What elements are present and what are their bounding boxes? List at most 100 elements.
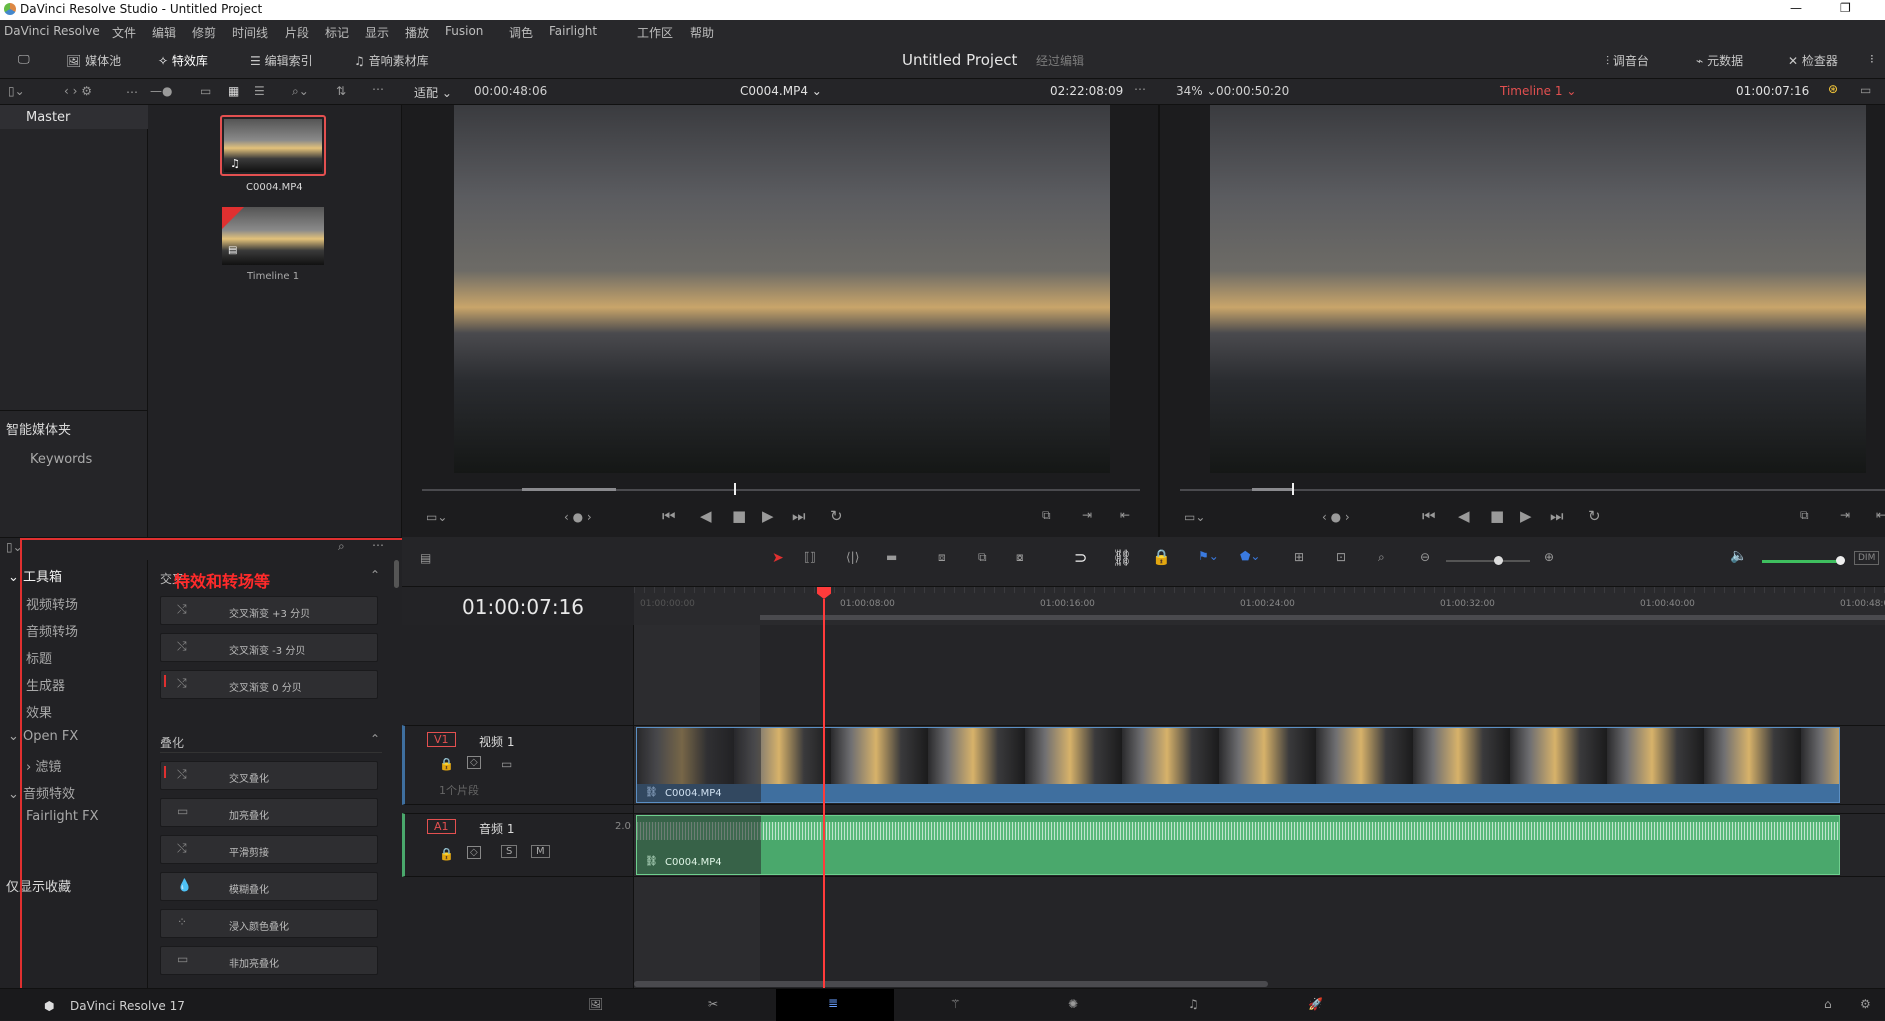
more-icon[interactable]: … xyxy=(126,82,138,96)
color-picker-icon[interactable]: ⊛ xyxy=(1828,82,1838,96)
menu-item-5[interactable]: 片段 xyxy=(285,24,309,41)
overflow-icon[interactable]: ⁝ xyxy=(1870,52,1874,66)
fairlight-page-icon[interactable]: ♫ xyxy=(1188,997,1199,1011)
menu-item-2[interactable]: 编辑 xyxy=(152,24,176,41)
options-icon[interactable]: ⋯ xyxy=(372,82,384,96)
dim-button[interactable]: DIM xyxy=(1854,551,1880,565)
menu-item-7[interactable]: 显示 xyxy=(365,24,389,41)
auto-select-icon[interactable]: ◇ xyxy=(467,756,481,769)
sort-icon[interactable]: ⇅ xyxy=(336,84,346,98)
monitor-icon[interactable]: 🖵 xyxy=(18,52,30,67)
mute-button[interactable]: M xyxy=(531,845,550,858)
audio-track-tag[interactable]: A1 xyxy=(427,819,456,834)
loop-icon[interactable]: ↻ xyxy=(1588,507,1601,525)
linked-selection-icon[interactable]: ⛓ xyxy=(1112,548,1132,567)
nav-arrows-icon[interactable]: ‹ › ⚙ xyxy=(64,84,92,98)
filmstrip-view-icon[interactable]: ▭ xyxy=(200,84,211,98)
video-track-tag[interactable]: V1 xyxy=(427,732,456,747)
mark-out-icon[interactable]: ⇤ xyxy=(1876,508,1885,522)
list-view-icon[interactable]: ☰ xyxy=(254,84,265,98)
volume-slider[interactable] xyxy=(1762,560,1840,563)
mark-in-icon[interactable]: ⇥ xyxy=(1840,508,1850,522)
auto-select-icon[interactable]: ◇ xyxy=(467,846,481,859)
smart-bin-keywords[interactable]: Keywords xyxy=(30,452,92,467)
inspector-button[interactable]: ✕ 检查器 xyxy=(1788,52,1838,69)
deliver-page-icon[interactable]: 🚀 xyxy=(1308,997,1323,1011)
color-page-icon[interactable]: ✺ xyxy=(1068,997,1078,1011)
match-frame-icon[interactable]: ⧉ xyxy=(1042,508,1051,523)
menu-item-10[interactable]: 调色 xyxy=(509,24,533,41)
safe-area-icon[interactable]: ▭⌄ xyxy=(1184,510,1205,524)
source-playhead[interactable] xyxy=(734,483,736,495)
menu-item-8[interactable]: 播放 xyxy=(405,24,429,41)
play-icon[interactable]: ▶ xyxy=(1520,507,1532,525)
timeline-horizontal-scrollbar[interactable] xyxy=(634,981,1268,987)
dynamic-trim-icon[interactable]: ⟨|⟩ xyxy=(846,550,859,564)
bin-master[interactable]: Master xyxy=(0,105,148,129)
safe-area-icon[interactable]: ▭⌄ xyxy=(426,510,447,524)
zoom-custom-icon[interactable]: ⌕ xyxy=(1378,550,1385,565)
cut-page-icon[interactable]: ✂ xyxy=(708,997,718,1011)
solo-button[interactable]: S xyxy=(501,845,518,858)
mark-in-icon[interactable]: ⇥ xyxy=(1082,508,1092,522)
lock-icon[interactable]: 🔒 xyxy=(1152,548,1171,566)
menu-item-1[interactable]: 文件 xyxy=(112,24,136,41)
skip-to-start-icon[interactable]: ⏮ xyxy=(1422,507,1436,525)
source-options-icon[interactable]: ⋯ xyxy=(1134,82,1146,96)
effects-library-button[interactable]: ✧ 特效库 xyxy=(158,52,208,69)
video-track-name[interactable]: 视频 1 xyxy=(479,733,514,750)
marker-icon[interactable]: ⬟⌄ xyxy=(1240,549,1260,563)
menu-item-6[interactable]: 标记 xyxy=(325,24,349,41)
panel-toggle-icon[interactable]: ▯⌄ xyxy=(8,84,25,98)
zoom-slider-handle[interactable] xyxy=(1494,556,1503,565)
selection-tool-icon[interactable]: ➤ xyxy=(772,550,784,566)
timeline-video-frame[interactable] xyxy=(1210,105,1866,473)
menu-item-0[interactable]: DaVinci Resolve xyxy=(4,24,100,38)
thumbnail-size-slider[interactable]: —● xyxy=(150,84,172,98)
edit-page-tab[interactable]: ≣ xyxy=(776,989,894,1021)
zoom-detail-icon[interactable]: ⊡ xyxy=(1336,550,1346,564)
trim-tool-icon[interactable]: ⟦⟧ xyxy=(804,550,816,564)
audio-clip[interactable]: ⛓ C0004.MP4 xyxy=(636,815,1840,875)
metadata-button[interactable]: ⌁ 元数据 xyxy=(1696,52,1743,69)
lock-icon[interactable]: 🔒 xyxy=(439,847,454,861)
skip-to-end-icon[interactable]: ⏭ xyxy=(1550,507,1564,525)
snapping-icon[interactable]: ⊃ xyxy=(1074,548,1087,567)
blade-tool-icon[interactable]: ▬ xyxy=(886,550,897,564)
menu-item-12[interactable]: 工作区 xyxy=(637,24,673,41)
source-clip-dropdown[interactable]: C0004.MP4 ⌄ xyxy=(740,84,822,98)
media-pool-button[interactable]: 🖼 媒体池 xyxy=(66,52,121,69)
volume-handle[interactable] xyxy=(1836,556,1845,565)
zoom-full-icon[interactable]: ⊞ xyxy=(1294,550,1304,564)
loop-icon[interactable]: ↻ xyxy=(830,507,843,525)
fusion-page-icon[interactable]: ⚚ xyxy=(950,997,961,1011)
sound-library-button[interactable]: ♫ 音响素材库 xyxy=(354,52,429,69)
zoom-in-icon[interactable]: ⊕ xyxy=(1544,550,1554,564)
mixer-button[interactable]: ⫶ 调音台 xyxy=(1606,52,1649,69)
overwrite-clip-icon[interactable]: ⧉ xyxy=(978,550,987,565)
video-clip[interactable]: ⛓ C0004.MP4 xyxy=(636,727,1840,803)
source-video-frame[interactable] xyxy=(454,105,1110,473)
skip-to-start-icon[interactable]: ⏮ xyxy=(662,507,676,525)
restore-icon[interactable]: ❐ xyxy=(1840,1,1851,15)
zoom-dropdown[interactable]: 34% ⌄ xyxy=(1176,84,1217,98)
insert-clip-icon[interactable]: ⧈ xyxy=(938,550,946,565)
fit-dropdown[interactable]: 适配 ⌄ xyxy=(414,84,452,101)
play-reverse-icon[interactable]: ◀ xyxy=(700,507,712,525)
edit-index-button[interactable]: ☰ 编辑索引 xyxy=(250,52,313,69)
zoom-out-icon[interactable]: ⊖ xyxy=(1420,550,1430,564)
minimize-icon[interactable]: — xyxy=(1790,1,1802,15)
timeline-view-options-icon[interactable]: ▤ xyxy=(420,551,431,565)
lock-icon[interactable]: 🔒 xyxy=(439,757,454,771)
menu-item-11[interactable]: Fairlight xyxy=(549,24,597,38)
home-icon[interactable]: ⌂ xyxy=(1824,997,1832,1011)
audio-track-name[interactable]: 音频 1 xyxy=(479,820,514,837)
timeline-viewer-playhead[interactable] xyxy=(1292,483,1294,495)
track-visibility-icon[interactable]: ▭ xyxy=(501,757,512,771)
speaker-icon[interactable]: 🔈 xyxy=(1730,548,1747,564)
menu-item-3[interactable]: 修剪 xyxy=(192,24,216,41)
media-page-icon[interactable]: 🖼 xyxy=(588,997,603,1011)
zoom-slider[interactable] xyxy=(1446,560,1530,562)
menu-item-9[interactable]: Fusion xyxy=(445,24,483,38)
menu-item-4[interactable]: 时间线 xyxy=(232,24,268,41)
